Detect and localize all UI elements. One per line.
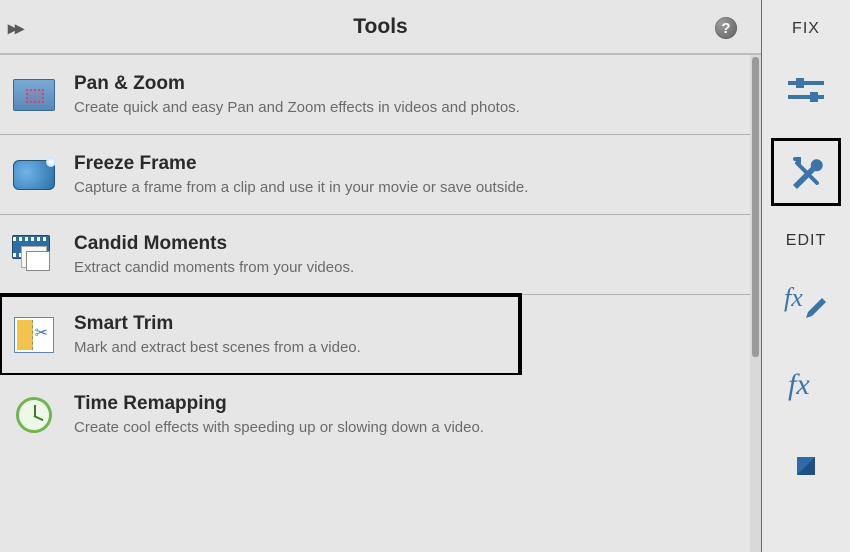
svg-text:fx: fx [784,283,803,312]
panel-title: Tools [353,15,407,39]
scrollbar-track[interactable] [750,55,761,552]
tools-button[interactable] [771,138,841,206]
tool-pan-zoom[interactable]: Pan & Zoom Create quick and easy Pan and… [0,55,761,135]
tool-title: Time Remapping [74,393,747,415]
tool-list: Pan & Zoom Create quick and easy Pan and… [0,55,761,552]
edit-label: EDIT [786,232,826,250]
tool-desc: Capture a frame from a clip and use it i… [74,179,747,196]
tool-title: Smart Trim [74,313,506,335]
tool-desc: Extract candid moments from your videos. [74,259,747,276]
help-icon[interactable]: ? [715,17,737,39]
tool-title: Pan & Zoom [74,73,747,95]
expand-icon[interactable]: ▸▸ [8,18,22,39]
tool-text: Pan & Zoom Create quick and easy Pan and… [74,73,747,116]
tools-panel: ▸▸ Tools ? Pan & Zoom Create quick and e… [0,0,762,552]
svg-text:fx: fx [788,368,810,401]
tool-text: Time Remapping Create cool effects with … [74,393,747,436]
tool-text: Freeze Frame Capture a frame from a clip… [74,153,747,196]
tool-desc: Create cool effects with speeding up or … [74,419,747,436]
color-button[interactable] [771,432,841,500]
swatch-icon [786,456,826,476]
side-panel: FIX EDIT fx fx [762,0,850,552]
tool-smart-trim[interactable]: Smart Trim Mark and extract best scenes … [0,295,520,375]
sliders-icon [786,73,826,107]
smart-trim-icon [12,315,56,355]
fx-edit-button[interactable]: fx [771,268,841,336]
fx-pencil-icon: fx [784,282,828,322]
tool-time-remapping[interactable]: Time Remapping Create cool effects with … [0,375,761,454]
candid-moments-icon [12,235,56,275]
scrollbar-thumb[interactable] [752,57,759,357]
tool-candid-moments[interactable]: Candid Moments Extract candid moments fr… [0,215,761,295]
adjust-button[interactable] [771,56,841,124]
tool-text: Candid Moments Extract candid moments fr… [74,233,747,276]
wrench-screwdriver-icon [785,151,827,193]
tool-title: Freeze Frame [74,153,747,175]
time-remapping-icon [12,395,56,435]
fx-button[interactable]: fx [771,350,841,418]
tool-desc: Mark and extract best scenes from a vide… [74,339,506,356]
freeze-frame-icon [12,155,56,195]
fx-icon: fx [784,366,828,402]
fix-label: FIX [792,20,820,38]
tool-title: Candid Moments [74,233,747,255]
pan-zoom-icon [12,75,56,115]
tool-desc: Create quick and easy Pan and Zoom effec… [74,99,747,116]
tool-freeze-frame[interactable]: Freeze Frame Capture a frame from a clip… [0,135,761,215]
panel-header: ▸▸ Tools ? [0,0,761,55]
tool-text: Smart Trim Mark and extract best scenes … [74,313,506,356]
